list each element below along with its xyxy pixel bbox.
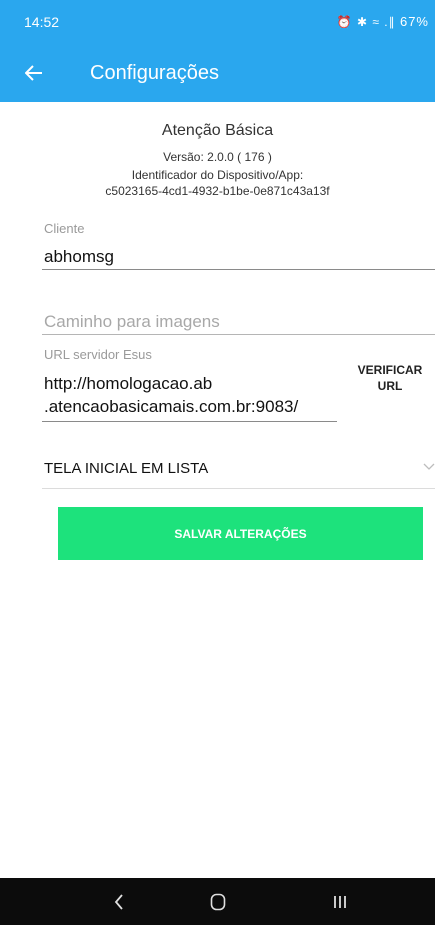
chevron-down-icon	[423, 463, 435, 470]
url-value-line2: .atencaobasicamais.com.br:9083/	[44, 397, 299, 416]
verify-url-label-line2: URL	[377, 379, 403, 393]
home-icon	[210, 893, 226, 910]
system-nav-bar	[0, 878, 435, 925]
nav-back-button[interactable]	[89, 878, 149, 925]
status-indicators: ⏰ ✱ ≈ .∥ 67%	[337, 14, 429, 29]
url-field-underline	[42, 421, 337, 422]
device-id-label: Identificador do Dispositivo/App:	[131, 168, 304, 182]
images-path-underline	[42, 334, 435, 335]
device-id-value: c5023165-4cd1-4932-b1be-0e871c43a13f	[105, 184, 330, 198]
url-server-field[interactable]: http://homologacao.ab .atencaobasicamais…	[44, 372, 339, 418]
battery-percentage: 67%	[399, 14, 429, 29]
home-screen-select[interactable]: TELA INICIAL EM LISTA	[42, 454, 435, 487]
app-bar: Configurações	[0, 44, 435, 102]
arrow-left-icon	[25, 65, 42, 81]
back-button[interactable]	[0, 44, 68, 102]
status-bar: 14:52 ⏰ ✱ ≈ .∥ 67%	[0, 0, 435, 44]
save-changes-button[interactable]: SALVAR ALTERAÇÕES	[58, 507, 423, 560]
client-field[interactable]: abhomsg	[44, 247, 114, 267]
nav-recents-button[interactable]	[310, 878, 370, 925]
verify-url-button[interactable]: VERIFICAR URL	[354, 362, 426, 394]
nav-home-button[interactable]	[188, 878, 248, 925]
verify-url-label-line1: VERIFICAR	[357, 363, 423, 377]
select-divider	[42, 488, 435, 489]
client-field-label: Cliente	[44, 221, 85, 236]
url-field-label: URL servidor Esus	[44, 347, 152, 362]
recents-icon	[334, 895, 346, 908]
chevron-left-icon	[114, 893, 123, 910]
app-version: Versão: 2.0.0 ( 176 )	[163, 150, 272, 164]
url-value-line1: http://homologacao.ab	[44, 374, 213, 393]
images-path-field[interactable]: Caminho para imagens	[44, 312, 220, 332]
status-indicator-icons: ⏰ ✱ ≈ .∥	[336, 15, 396, 29]
home-screen-select-value: TELA INICIAL EM LISTA	[44, 460, 209, 477]
client-field-underline	[42, 269, 435, 270]
page-title: Configurações	[90, 61, 219, 84]
app-name: Atenção Básica	[161, 122, 274, 139]
status-time: 14:52	[24, 14, 60, 30]
